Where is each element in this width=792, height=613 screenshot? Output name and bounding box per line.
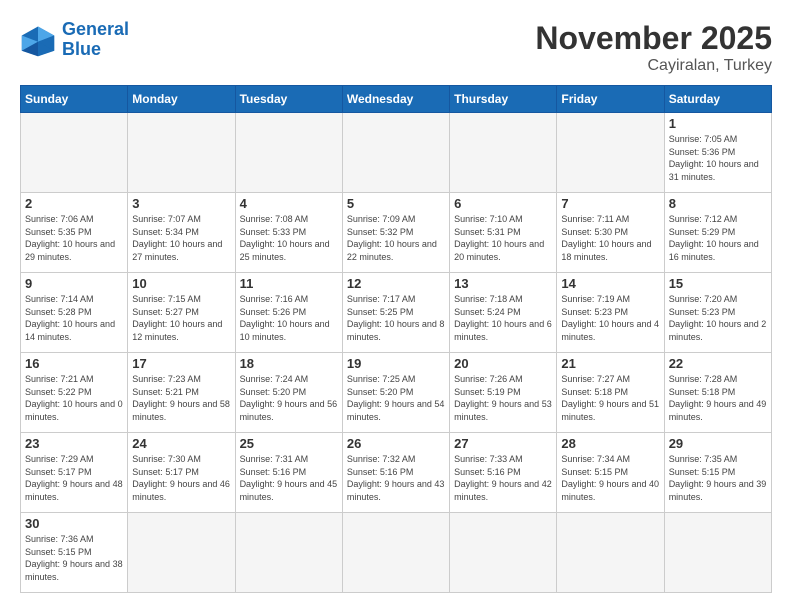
empty-cell bbox=[450, 513, 557, 593]
logo-text: General Blue bbox=[62, 20, 129, 60]
day-10: 10 Sunrise: 7:15 AMSunset: 5:27 PMDaylig… bbox=[128, 273, 235, 353]
empty-cell bbox=[342, 113, 449, 193]
day-16: 16 Sunrise: 7:21 AMSunset: 5:22 PMDaylig… bbox=[21, 353, 128, 433]
header-sunday: Sunday bbox=[21, 86, 128, 113]
header-tuesday: Tuesday bbox=[235, 86, 342, 113]
day-27: 27 Sunrise: 7:33 AMSunset: 5:16 PMDaylig… bbox=[450, 433, 557, 513]
week-row-5: 23 Sunrise: 7:29 AMSunset: 5:17 PMDaylig… bbox=[21, 433, 772, 513]
day-22: 22 Sunrise: 7:28 AMSunset: 5:18 PMDaylig… bbox=[664, 353, 771, 433]
header-monday: Monday bbox=[128, 86, 235, 113]
header-thursday: Thursday bbox=[450, 86, 557, 113]
day-3: 3 Sunrise: 7:07 AMSunset: 5:34 PMDayligh… bbox=[128, 193, 235, 273]
week-row-1: 1 Sunrise: 7:05 AM Sunset: 5:36 PM Dayli… bbox=[21, 113, 772, 193]
day-7: 7 Sunrise: 7:11 AMSunset: 5:30 PMDayligh… bbox=[557, 193, 664, 273]
day-2: 2 Sunrise: 7:06 AMSunset: 5:35 PMDayligh… bbox=[21, 193, 128, 273]
empty-cell bbox=[235, 113, 342, 193]
day-23: 23 Sunrise: 7:29 AMSunset: 5:17 PMDaylig… bbox=[21, 433, 128, 513]
day-30: 30 Sunrise: 7:36 AMSunset: 5:15 PMDaylig… bbox=[21, 513, 128, 593]
week-row-2: 2 Sunrise: 7:06 AMSunset: 5:35 PMDayligh… bbox=[21, 193, 772, 273]
logo: General Blue bbox=[20, 20, 129, 60]
empty-cell bbox=[342, 513, 449, 593]
month-title: November 2025 bbox=[535, 20, 772, 57]
day-20: 20 Sunrise: 7:26 AMSunset: 5:19 PMDaylig… bbox=[450, 353, 557, 433]
week-row-6: 30 Sunrise: 7:36 AMSunset: 5:15 PMDaylig… bbox=[21, 513, 772, 593]
logo-icon bbox=[20, 22, 56, 58]
logo-general: General bbox=[62, 19, 129, 39]
day-13: 13 Sunrise: 7:18 AMSunset: 5:24 PMDaylig… bbox=[450, 273, 557, 353]
weekday-header-row: Sunday Monday Tuesday Wednesday Thursday… bbox=[21, 86, 772, 113]
empty-cell bbox=[450, 113, 557, 193]
day-28: 28 Sunrise: 7:34 AMSunset: 5:15 PMDaylig… bbox=[557, 433, 664, 513]
day-11: 11 Sunrise: 7:16 AMSunset: 5:26 PMDaylig… bbox=[235, 273, 342, 353]
empty-cell bbox=[128, 513, 235, 593]
day-19: 19 Sunrise: 7:25 AMSunset: 5:20 PMDaylig… bbox=[342, 353, 449, 433]
day-8: 8 Sunrise: 7:12 AMSunset: 5:29 PMDayligh… bbox=[664, 193, 771, 273]
week-row-3: 9 Sunrise: 7:14 AMSunset: 5:28 PMDayligh… bbox=[21, 273, 772, 353]
day-12: 12 Sunrise: 7:17 AMSunset: 5:25 PMDaylig… bbox=[342, 273, 449, 353]
day-9: 9 Sunrise: 7:14 AMSunset: 5:28 PMDayligh… bbox=[21, 273, 128, 353]
day-6: 6 Sunrise: 7:10 AMSunset: 5:31 PMDayligh… bbox=[450, 193, 557, 273]
empty-cell bbox=[235, 513, 342, 593]
day-1: 1 Sunrise: 7:05 AM Sunset: 5:36 PM Dayli… bbox=[664, 113, 771, 193]
day-14: 14 Sunrise: 7:19 AMSunset: 5:23 PMDaylig… bbox=[557, 273, 664, 353]
empty-cell bbox=[557, 513, 664, 593]
empty-cell bbox=[557, 113, 664, 193]
header-wednesday: Wednesday bbox=[342, 86, 449, 113]
day-25: 25 Sunrise: 7:31 AMSunset: 5:16 PMDaylig… bbox=[235, 433, 342, 513]
header-friday: Friday bbox=[557, 86, 664, 113]
day-4: 4 Sunrise: 7:08 AMSunset: 5:33 PMDayligh… bbox=[235, 193, 342, 273]
day-18: 18 Sunrise: 7:24 AMSunset: 5:20 PMDaylig… bbox=[235, 353, 342, 433]
day-5: 5 Sunrise: 7:09 AMSunset: 5:32 PMDayligh… bbox=[342, 193, 449, 273]
empty-cell bbox=[128, 113, 235, 193]
page-header: General Blue November 2025 Cayiralan, Tu… bbox=[20, 20, 772, 75]
day-17: 17 Sunrise: 7:23 AMSunset: 5:21 PMDaylig… bbox=[128, 353, 235, 433]
header-saturday: Saturday bbox=[664, 86, 771, 113]
calendar: Sunday Monday Tuesday Wednesday Thursday… bbox=[20, 85, 772, 593]
location: Cayiralan, Turkey bbox=[535, 57, 772, 75]
week-row-4: 16 Sunrise: 7:21 AMSunset: 5:22 PMDaylig… bbox=[21, 353, 772, 433]
empty-cell bbox=[664, 513, 771, 593]
day-15: 15 Sunrise: 7:20 AMSunset: 5:23 PMDaylig… bbox=[664, 273, 771, 353]
empty-cell bbox=[21, 113, 128, 193]
logo-blue: Blue bbox=[62, 39, 101, 59]
day-26: 26 Sunrise: 7:32 AMSunset: 5:16 PMDaylig… bbox=[342, 433, 449, 513]
title-block: November 2025 Cayiralan, Turkey bbox=[535, 20, 772, 75]
day-29: 29 Sunrise: 7:35 AMSunset: 5:15 PMDaylig… bbox=[664, 433, 771, 513]
day-21: 21 Sunrise: 7:27 AMSunset: 5:18 PMDaylig… bbox=[557, 353, 664, 433]
day-24: 24 Sunrise: 7:30 AMSunset: 5:17 PMDaylig… bbox=[128, 433, 235, 513]
